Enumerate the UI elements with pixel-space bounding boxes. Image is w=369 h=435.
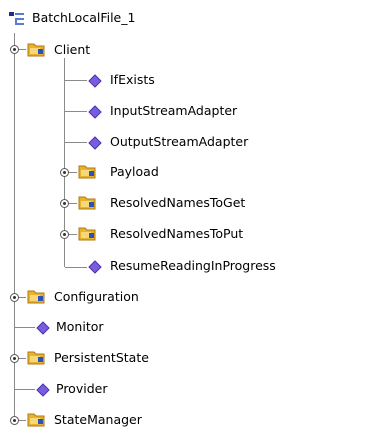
tree-line <box>15 389 35 390</box>
node-label: ResumeReadingInProgress <box>110 258 276 273</box>
attribute-diamond-icon <box>36 383 50 397</box>
node-label: ResolvedNamesToPut <box>110 226 244 241</box>
folder-icon <box>27 349 45 365</box>
tree-line <box>65 267 87 268</box>
attribute-diamond-icon <box>88 74 102 88</box>
node-label: OutputStreamAdapter <box>110 134 249 149</box>
expand-toggle[interactable] <box>60 168 69 177</box>
tree-line <box>15 327 35 328</box>
node-label: Payload <box>110 164 159 179</box>
node-label: Monitor <box>56 319 104 334</box>
attribute-diamond-icon <box>88 136 102 150</box>
tree-node-statemanager[interactable]: StateManager <box>0 405 369 435</box>
attribute-diamond-icon <box>88 105 102 119</box>
node-label: BatchLocalFile_1 <box>32 10 136 25</box>
node-label: Client <box>54 42 91 57</box>
tree-node-configuration[interactable]: Configuration <box>0 282 369 312</box>
node-label: InputStreamAdapter <box>110 103 238 118</box>
node-label: IfExists <box>110 72 155 87</box>
node-label: Configuration <box>54 289 139 304</box>
folder-icon <box>27 288 45 304</box>
expand-toggle[interactable] <box>10 45 19 54</box>
tree-node-payload[interactable]: Payload <box>0 157 369 187</box>
tree-node-ifexists[interactable]: IfExists <box>0 65 369 95</box>
tree-line <box>65 111 87 112</box>
tree-node-provider[interactable]: Provider <box>0 374 369 404</box>
attribute-diamond-icon <box>88 260 102 274</box>
node-label: ResolvedNamesToGet <box>110 195 246 210</box>
tree-node-resumereadinginprogress[interactable]: ResumeReadingInProgress <box>0 251 369 281</box>
component-tree-icon <box>9 12 25 26</box>
expand-toggle[interactable] <box>10 416 19 425</box>
tree-node-monitor[interactable]: Monitor <box>0 312 369 342</box>
tree-line <box>69 172 77 173</box>
folder-icon <box>78 194 96 210</box>
tree-line <box>19 297 26 298</box>
folder-icon <box>78 163 96 179</box>
expand-toggle[interactable] <box>60 199 69 208</box>
tree-node-resolvednamestoget[interactable]: ResolvedNamesToGet <box>0 188 369 218</box>
attribute-diamond-icon <box>36 321 50 335</box>
tree-node-client[interactable]: Client <box>0 35 369 65</box>
tree-line <box>69 203 77 204</box>
folder-icon <box>27 411 45 427</box>
tree-line <box>65 80 87 81</box>
property-tree: BatchLocalFile_1 Client IfExists InputSt… <box>0 0 369 433</box>
tree-node-root[interactable]: BatchLocalFile_1 <box>0 3 369 33</box>
folder-icon <box>27 41 45 57</box>
tree-node-persistentstate[interactable]: PersistentState <box>0 343 369 373</box>
tree-line <box>69 234 77 235</box>
tree-node-outputstreamadapter[interactable]: OutputStreamAdapter <box>0 127 369 157</box>
node-label: StateManager <box>54 412 142 427</box>
expand-toggle[interactable] <box>60 230 69 239</box>
tree-node-resolvednamestoput[interactable]: ResolvedNamesToPut <box>0 219 369 249</box>
expand-toggle[interactable] <box>10 354 19 363</box>
node-label: Provider <box>56 381 108 396</box>
tree-line <box>19 49 26 50</box>
tree-line <box>65 142 87 143</box>
tree-line <box>19 358 26 359</box>
node-label: PersistentState <box>54 350 149 365</box>
tree-line <box>19 420 26 421</box>
tree-node-inputstreamadapter[interactable]: InputStreamAdapter <box>0 96 369 126</box>
expand-toggle[interactable] <box>10 293 19 302</box>
folder-icon <box>78 225 96 241</box>
